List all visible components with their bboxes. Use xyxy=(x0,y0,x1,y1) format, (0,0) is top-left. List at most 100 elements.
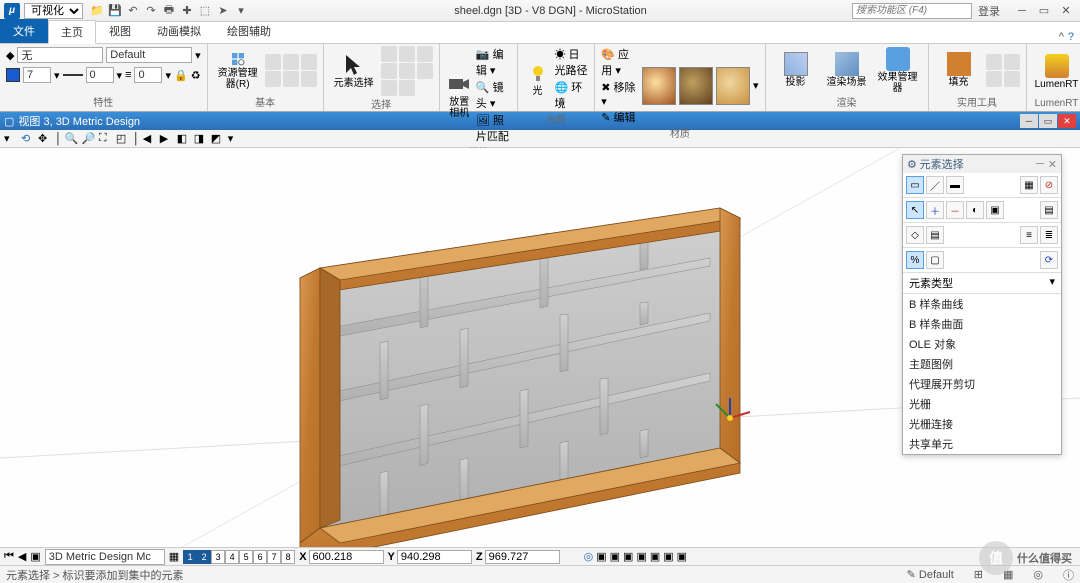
ribbon-search-input[interactable] xyxy=(852,3,972,19)
login-link[interactable]: 登录 xyxy=(978,3,1000,19)
view-page-8[interactable]: 8 xyxy=(281,550,295,564)
qat-pick-icon[interactable]: ⬚ xyxy=(197,3,213,19)
camera-lens-button[interactable]: 🔍 镜头 ▾ xyxy=(476,79,511,111)
view-display-icon[interactable]: ◨ xyxy=(194,132,208,146)
sel-method-new[interactable]: ↖ xyxy=(906,201,924,219)
util-tool-icon[interactable] xyxy=(986,54,1002,70)
view-zoom-in-icon[interactable]: 🔍 xyxy=(65,132,79,146)
base-tool-icon[interactable] xyxy=(265,54,281,70)
ribbon-collapse-icon[interactable]: ^ xyxy=(1059,31,1064,43)
filter-list-item[interactable]: 代理展开剪切 xyxy=(903,374,1061,394)
sel-settings-icon[interactable]: ▤ xyxy=(1040,201,1058,219)
element-selection-panel[interactable]: ⚙ 元素选择─✕ ▭ ／ ▬ ▦ ⊘ ↖ ＋ － ◐ ▣ ▤ ◇ ▤ ≡ ≣ %… xyxy=(902,154,1062,455)
qat-arrow-icon[interactable]: ➤ xyxy=(215,3,231,19)
view-page-1[interactable]: 1 xyxy=(183,550,197,564)
view-clip-icon[interactable]: ◩ xyxy=(211,132,225,146)
nav-prev-icon[interactable]: ◀ xyxy=(18,550,26,563)
select-tool-icon[interactable] xyxy=(381,46,397,62)
light-button[interactable]: 光 xyxy=(524,61,552,97)
view-next-icon[interactable]: ▶ xyxy=(160,132,174,146)
tab-home[interactable]: 主页 xyxy=(48,20,96,44)
maximize-icon[interactable]: ▭ xyxy=(1034,4,1054,18)
tab-file[interactable]: 文件 xyxy=(0,19,48,43)
sel-method-add[interactable]: ＋ xyxy=(926,201,944,219)
base-tool-icon[interactable] xyxy=(283,54,299,70)
sel-mode-block[interactable]: ▬ xyxy=(946,176,964,194)
util-tool-icon[interactable] xyxy=(986,71,1002,87)
camera-edit-button[interactable]: 📷 编辑 ▾ xyxy=(476,46,511,78)
view-zoom-out-icon[interactable]: 🔎 xyxy=(82,132,96,146)
fill-button[interactable]: 填充 xyxy=(935,52,983,88)
place-camera-button[interactable]: 放置相机 xyxy=(446,72,473,119)
cube-icon[interactable]: ▣ xyxy=(677,550,687,563)
weight-field[interactable]: 7 xyxy=(23,67,51,83)
view-page-5[interactable]: 5 xyxy=(239,550,253,564)
view-min-icon[interactable]: ─ xyxy=(1020,114,1038,128)
base-tool-icon[interactable] xyxy=(301,54,317,70)
qat-print-icon[interactable]: 🖶 xyxy=(161,3,177,19)
fill-field[interactable]: 0 xyxy=(86,67,114,83)
select-tool-icon[interactable] xyxy=(399,63,415,79)
cube-icon[interactable]: ▣ xyxy=(663,550,673,563)
tab-anim[interactable]: 动画模拟 xyxy=(144,19,214,43)
util-tool-icon[interactable] xyxy=(1004,54,1020,70)
view-close-icon[interactable]: ✕ xyxy=(1058,114,1076,128)
material-preview-3[interactable] xyxy=(716,67,750,105)
util-tool-icon[interactable] xyxy=(1004,71,1020,87)
lock-icon[interactable]: 🔒 xyxy=(174,69,188,82)
view-pan-icon[interactable]: ✥ xyxy=(38,132,52,146)
sel-method-all[interactable]: ▣ xyxy=(986,201,1004,219)
model-select[interactable]: 3D Metric Design Mc xyxy=(45,549,165,565)
view-page-6[interactable]: 6 xyxy=(253,550,267,564)
viewport-3d[interactable]: ⚙ 元素选择─✕ ▭ ／ ▬ ▦ ⊘ ↖ ＋ － ◐ ▣ ▤ ◇ ▤ ≡ ≣ %… xyxy=(0,148,1080,565)
level-field[interactable]: 无 xyxy=(17,47,103,63)
tab-draw[interactable]: 绘图辅助 xyxy=(214,19,284,43)
sel-mode-individual[interactable]: ▭ xyxy=(906,176,924,194)
material-preview-2[interactable] xyxy=(679,67,713,105)
filter-tab-1[interactable]: ◇ xyxy=(906,226,924,244)
select-tool-icon[interactable] xyxy=(399,80,415,96)
cube-icon[interactable]: ▣ xyxy=(596,550,606,563)
filter-mode-type[interactable]: % xyxy=(906,251,924,269)
base-tool-icon[interactable] xyxy=(265,71,281,87)
base-tool-icon[interactable] xyxy=(301,71,317,87)
ribbon-help-icon[interactable]: ? xyxy=(1068,31,1074,43)
style-more-icon[interactable]: ▾ xyxy=(195,49,201,62)
filter-tab-3[interactable]: ≡ xyxy=(1020,226,1038,244)
filter-refresh-icon[interactable]: ⟳ xyxy=(1040,251,1058,269)
select-tool-icon[interactable] xyxy=(381,63,397,79)
view-more-icon[interactable]: ▾ xyxy=(228,132,242,146)
render-scene-button[interactable]: 渲染场景 xyxy=(823,52,871,88)
view-groups-icon[interactable]: ▦ xyxy=(169,550,179,563)
view-window-icon[interactable]: ◰ xyxy=(116,132,130,146)
select-tool-icon[interactable] xyxy=(381,80,397,96)
cube-icon[interactable]: ▣ xyxy=(636,550,646,563)
filter-list-item[interactable]: 共享单元 xyxy=(903,434,1061,454)
trans-field[interactable]: 0 xyxy=(134,67,162,83)
material-preview-1[interactable] xyxy=(642,67,676,105)
status-level[interactable]: Default xyxy=(919,569,954,581)
view-render-icon[interactable]: ◧ xyxy=(177,132,191,146)
sel-method-inv[interactable]: ◐ xyxy=(966,201,984,219)
coord-y-value[interactable]: 940.298 xyxy=(397,550,472,564)
material-apply-button[interactable]: 🎨 应用 ▾ xyxy=(601,46,639,78)
filter-tab-4[interactable]: ≣ xyxy=(1040,226,1058,244)
qat-save-icon[interactable]: 💾 xyxy=(107,3,123,19)
resource-manager-button[interactable]: 资源管理器(R) xyxy=(214,51,262,90)
select-tool-icon[interactable] xyxy=(399,46,415,62)
camera-match-button[interactable]: 🖼 照片匹配 xyxy=(476,112,511,144)
filter-list-item[interactable]: 光栅 xyxy=(903,394,1061,414)
select-tool-icon[interactable] xyxy=(417,46,433,62)
coord-z-value[interactable]: 969.727 xyxy=(485,550,560,564)
projection-button[interactable]: 投影 xyxy=(772,52,820,88)
cube-icon[interactable]: ▣ xyxy=(623,550,633,563)
sel-clear-icon[interactable]: ▦ xyxy=(1020,176,1038,194)
cube-icon[interactable]: ▣ xyxy=(650,550,660,563)
reset-icon[interactable]: ♻ xyxy=(191,69,201,82)
gear-icon[interactable]: ⚙ xyxy=(907,158,917,171)
lumenrt-button[interactable]: LumenRT xyxy=(1033,54,1080,90)
style-field[interactable]: Default xyxy=(106,47,192,63)
view-page-2[interactable]: 2 xyxy=(197,550,211,564)
qat-dropdown-icon[interactable]: ▾ xyxy=(233,3,249,19)
element-select-button[interactable]: 元素选择 xyxy=(330,53,378,89)
